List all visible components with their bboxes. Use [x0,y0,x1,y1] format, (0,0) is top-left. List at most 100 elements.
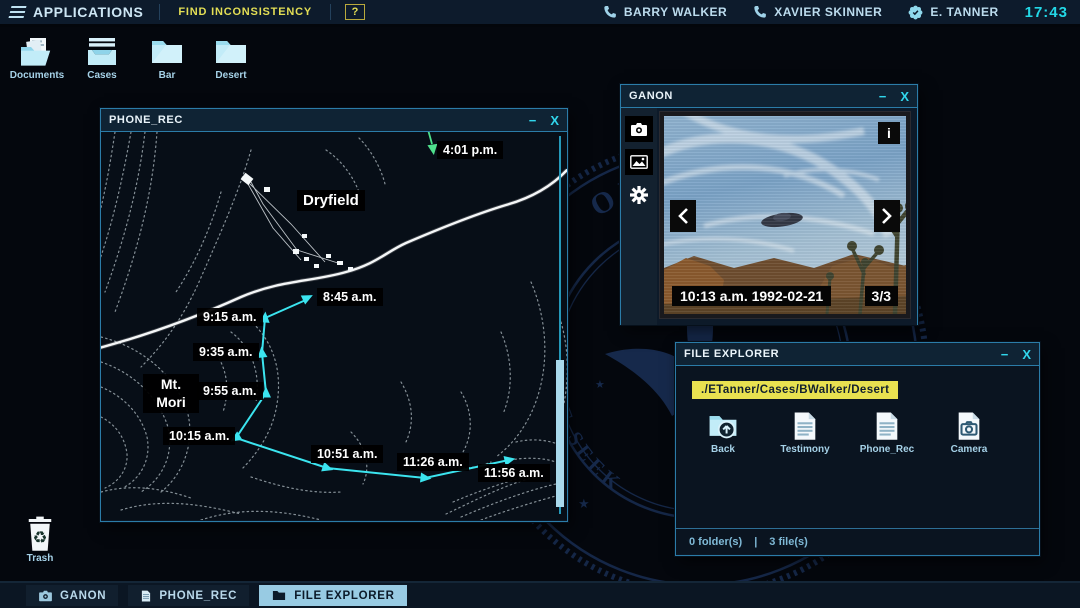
close-button[interactable]: X [550,114,559,127]
document-icon [872,411,902,441]
applications-menu[interactable]: APPLICATIONS [0,3,157,21]
documents-folder-icon [18,36,56,68]
file-item-phone-rec[interactable]: Phone_Rec [858,411,916,455]
folder-icon [271,589,287,602]
image-icon [630,155,648,169]
clock: 17:43 [1025,4,1068,21]
camera-icon [630,122,648,137]
contact-name: E. TANNER [930,5,998,19]
file-explorer-window: FILE EXPLORER − X ./ETanner/Cases/BWalke… [675,342,1040,556]
photo-content [664,116,906,314]
waypoint-label: 10:51 a.m. [311,445,383,463]
badge-icon [908,5,923,20]
chevron-left-icon [677,207,689,225]
waypoint-label: 9:15 a.m. [197,308,263,326]
topbar: APPLICATIONS FIND INCONSISTENCY ? BARRY … [0,0,1080,27]
minimize-button[interactable]: − [879,90,887,103]
phone-icon [753,5,767,19]
desktop-icon-documents[interactable]: Documents [8,36,66,81]
waypoint-label: 8:45 a.m. [317,288,383,306]
close-button[interactable]: X [900,90,909,103]
waypoint-label: 10:15 a.m. [163,427,235,445]
document-icon [790,411,820,441]
taskbar-item-file-explorer[interactable]: FILE EXPLORER [259,585,406,606]
topbar-divider [330,4,331,20]
mountain-line1: Mt. [161,376,181,392]
close-button[interactable]: X [1022,348,1031,361]
taskbar-item-phone-rec[interactable]: PHONE_REC [128,585,249,606]
file-item-label: Back [694,444,752,455]
svg-text:★: ★ [578,496,590,511]
help-button[interactable]: ? [345,4,365,20]
map-canvas[interactable]: Dryfield Mt. Mori 4:01 p.m. 8:45 a.m. 9:1… [101,132,567,520]
desktop-icon-label: Desert [202,70,260,81]
gallery-tab-button[interactable] [625,149,653,175]
ganon-body: i 10:13 a.m. 1992-02-21 3/3 [621,108,917,325]
desktop-icon-bar[interactable]: Bar [138,36,196,81]
map-mountain-label: Mt. Mori [143,374,199,413]
file-item-back[interactable]: Back [694,411,752,455]
folder-icon [148,36,186,68]
contact-name: BARRY WALKER [624,5,727,19]
file-item-label: Testimony [776,444,834,455]
desktop-icon-label: Bar [138,70,196,81]
file-grid: Back Testimony Phone_R [676,399,1039,455]
waypoint-label: 4:01 p.m. [437,141,503,159]
folder-count: 0 folder(s) [689,536,742,548]
photo-frame: i 10:13 a.m. 1992-02-21 3/3 [659,111,911,319]
map-town-buildings [241,173,353,271]
window-title: FILE EXPLORER [684,348,779,360]
desktop-icon-label: Cases [73,70,131,81]
camera-tab-button[interactable] [625,116,653,142]
waypoint-label: 9:35 a.m. [193,343,259,361]
waypoint-label: 9:55 a.m. [197,382,263,400]
contact-xavier-skinner[interactable]: XAVIER SKINNER [753,5,882,19]
applications-label: APPLICATIONS [33,4,143,20]
clouds [664,116,889,251]
contact-name: XAVIER SKINNER [774,5,882,19]
window-title: GANON [629,90,673,102]
map-town-label: Dryfield [297,190,365,211]
mountain-line2: Mori [156,394,186,410]
ganon-window: GANON − X [620,84,918,325]
ganon-titlebar[interactable]: GANON − X [621,85,917,108]
camera-icon [38,590,53,602]
trash-icon[interactable]: ♻ Trash [17,516,63,564]
photo-index: 3/3 [865,286,898,306]
file-explorer-titlebar[interactable]: FILE EXPLORER − X [676,343,1039,366]
taskbar-item-ganon[interactable]: GANON [26,585,118,606]
photo-next-button[interactable] [874,200,900,232]
desktop-screen: OF IN E SEEK ★ ★ ★ ★ ★ APPLICATIONS FIND… [0,0,1080,608]
minimize-button[interactable]: − [1001,348,1009,361]
topbar-divider [159,4,160,20]
taskbar-item-label: FILE EXPLORER [294,590,394,602]
file-item-camera[interactable]: Camera [940,411,998,455]
find-inconsistency-button[interactable]: FIND INCONSISTENCY [162,6,328,18]
phone-rec-window: PHONE_REC − X [100,108,568,522]
photo-file-icon [954,411,984,441]
photo-info-button[interactable]: i [878,122,900,144]
map-scrollbar-thumb[interactable] [556,360,564,507]
taskbar-item-label: PHONE_REC [159,590,237,602]
file-item-testimony[interactable]: Testimony [776,411,834,455]
file-item-label: Camera [940,444,998,455]
photo-prev-button[interactable] [670,200,696,232]
desktop-icon-desert[interactable]: Desert [202,36,260,81]
minimize-button[interactable]: − [529,114,537,127]
ufo-object [760,211,803,230]
photo-timestamp: 10:13 a.m. 1992-02-21 [672,286,831,306]
folder-up-icon [706,411,740,441]
contact-barry-walker[interactable]: BARRY WALKER [603,5,727,19]
gear-icon [629,185,649,205]
phone-icon [603,5,617,19]
taskbar-item-label: GANON [60,590,106,602]
settings-tab-button[interactable] [625,182,653,208]
trash-can-icon: ♻ [25,516,55,552]
file-item-label: Phone_Rec [858,444,916,455]
trash-label: Trash [17,553,63,564]
contact-e-tanner[interactable]: E. TANNER [908,5,998,20]
phone-rec-titlebar[interactable]: PHONE_REC − X [101,109,567,132]
waypoint-label: 11:56 a.m. [478,464,550,482]
desktop-icon-cases[interactable]: Cases [73,36,131,81]
status-bar: 0 folder(s) | 3 file(s) [676,528,1039,554]
